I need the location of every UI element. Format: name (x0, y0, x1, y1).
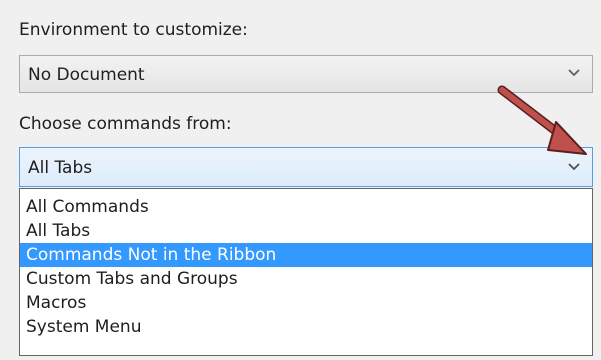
commands-dropdown-list[interactable]: All Commands All Tabs Commands Not in th… (19, 188, 593, 356)
dropdown-option-system-menu[interactable]: System Menu (20, 315, 592, 339)
environment-selected-value: No Document (28, 65, 145, 85)
dropdown-option-macros[interactable]: Macros (20, 291, 592, 315)
arrow-pointer-icon (497, 85, 587, 155)
environment-label: Environment to customize: (19, 20, 248, 40)
dropdown-option-custom-tabs-and-groups[interactable]: Custom Tabs and Groups (20, 267, 592, 291)
choose-commands-label: Choose commands from: (19, 114, 232, 134)
dropdown-option-all-tabs[interactable]: All Tabs (20, 219, 592, 243)
dropdown-option-commands-not-in-ribbon[interactable]: Commands Not in the Ribbon (20, 243, 592, 267)
dropdown-option-all-commands[interactable]: All Commands (20, 195, 592, 219)
customize-ribbon-panel: Environment to customize: No Document Ch… (0, 0, 601, 360)
chevron-down-icon[interactable] (566, 65, 582, 81)
choose-commands-selected-value: All Tabs (28, 158, 93, 178)
